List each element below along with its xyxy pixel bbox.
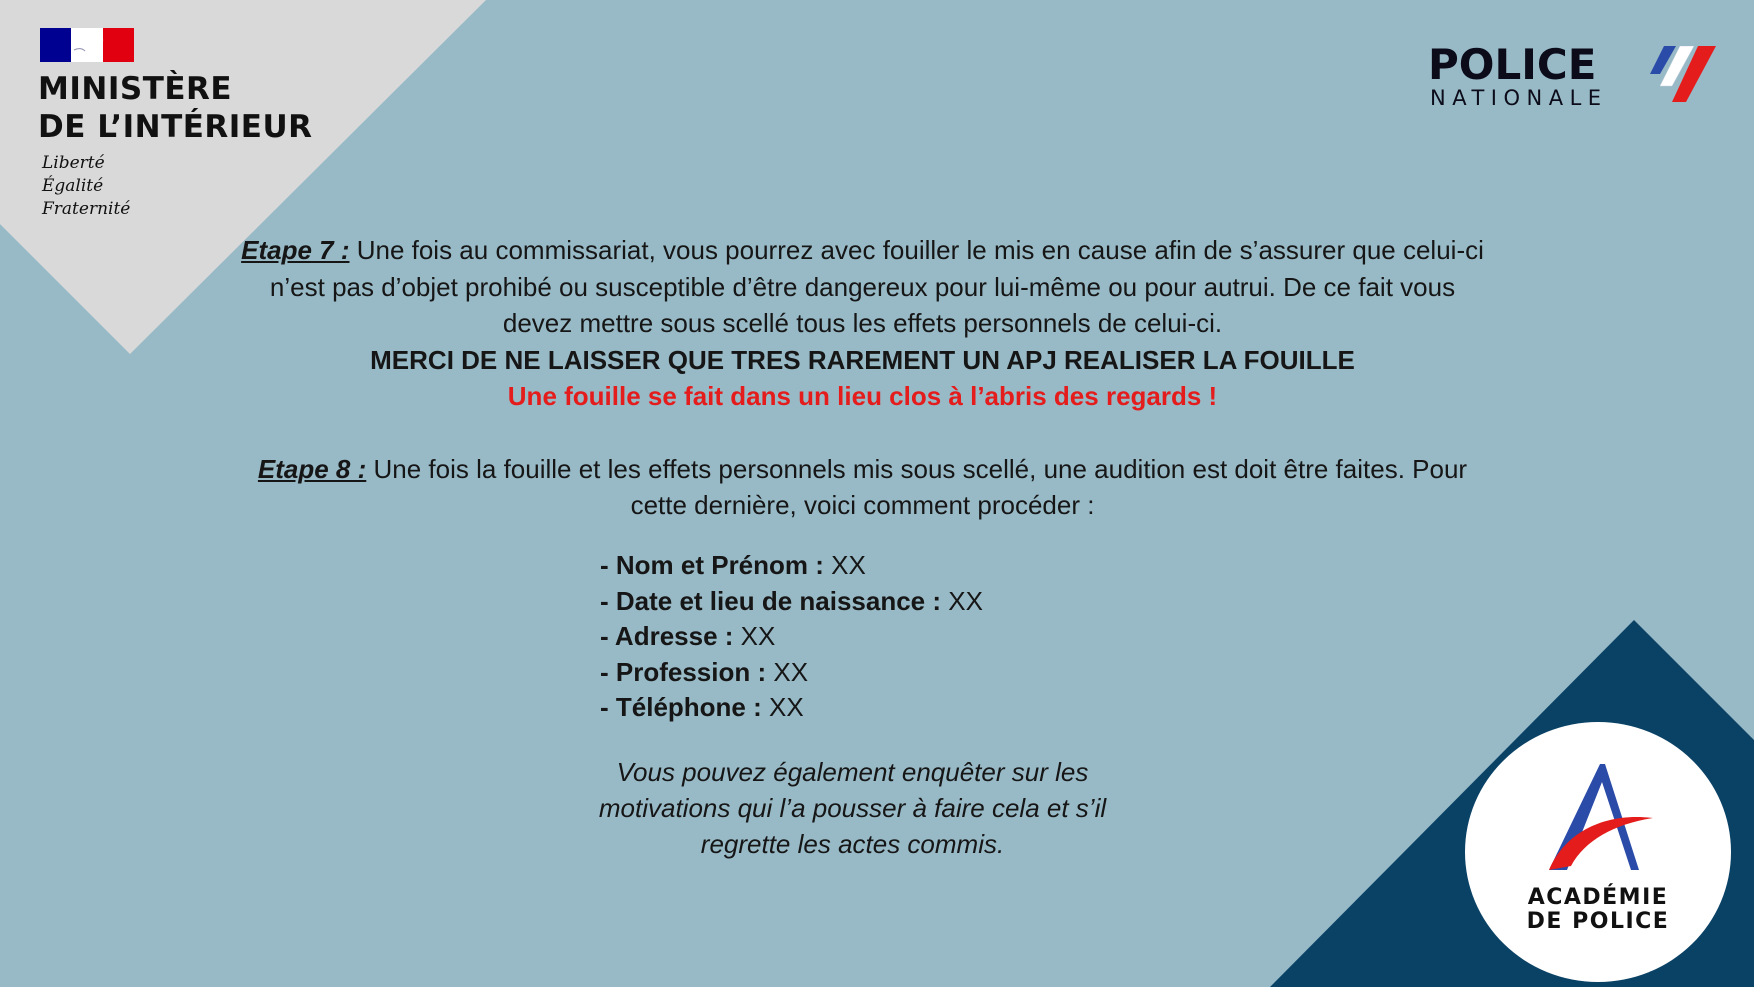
field-name-label: - Nom et Prénom : xyxy=(600,550,824,580)
field-name: - Nom et Prénom : XX xyxy=(600,548,983,584)
tricolor-stripes-icon xyxy=(1650,46,1716,102)
motto-liberte: Liberté xyxy=(42,153,105,173)
audition-fields-list: - Nom et Prénom : XX - Date et lieu de n… xyxy=(600,548,983,726)
academy-line2: DE POLICE xyxy=(1526,909,1670,934)
step8-label: Etape 8 : xyxy=(257,453,367,484)
field-name-value: XX xyxy=(823,550,866,580)
step7-label: Etape 7 : xyxy=(241,235,350,265)
field-birth-value: XX xyxy=(941,585,983,616)
motto-egalite: Égalité xyxy=(42,176,104,196)
field-phone-value: XX xyxy=(761,692,804,722)
field-profession-label: - Profession : xyxy=(600,656,767,687)
academy-line1: ACADÉMIE xyxy=(1527,885,1669,910)
field-address: - Adresse : XX xyxy=(600,619,983,655)
academy-a-emblem-icon xyxy=(1549,764,1653,870)
step7-warning: MERCI DE NE LAISSER QUE TRES RAREMENT UN… xyxy=(370,344,1355,375)
police-nationale-logo: POLICE NATIONALE xyxy=(1428,44,1718,114)
field-phone-label: - Téléphone : xyxy=(600,692,762,722)
ministry-name-line2: DE L’INTÉRIEUR xyxy=(38,109,313,145)
step8-paragraph: Etape 8 : Une fois la fouille et les eff… xyxy=(240,451,1485,524)
step7-text: Une fois au commissariat, vous pourrez a… xyxy=(269,235,1484,338)
motto-fraternite: Fraternité xyxy=(42,199,131,219)
republic-motto: Liberté Égalité Fraternité xyxy=(42,152,130,221)
field-address-value: XX xyxy=(733,621,776,651)
academy-wordmark: ACADÉMIE DE POLICE xyxy=(1465,886,1731,934)
field-birth-label: - Date et lieu de naissance : xyxy=(600,585,942,616)
main-content: Etape 7 : Une fois au commissariat, vous… xyxy=(240,232,1485,524)
police-wordmark: POLICE xyxy=(1428,40,1597,89)
step7-paragraph: Etape 7 : Une fois au commissariat, vous… xyxy=(240,232,1485,342)
nationale-wordmark: NATIONALE xyxy=(1430,86,1608,110)
field-profession-value: XX xyxy=(766,656,809,687)
ministry-name-line1: MINISTÈRE xyxy=(38,71,233,107)
step8-text: Une fois la fouille et les effets person… xyxy=(366,453,1468,521)
field-birth: - Date et lieu de naissance : XX xyxy=(600,584,983,620)
field-profession: - Profession : XX xyxy=(600,655,983,691)
field-phone: - Téléphone : XX xyxy=(600,690,983,726)
motivation-note: Vous pouvez également enquêter sur les m… xyxy=(598,757,1107,859)
marianne-flag-logo xyxy=(40,28,134,62)
ministry-name: MINISTÈRE DE L’INTÉRIEUR xyxy=(38,70,313,146)
field-address-label: - Adresse : xyxy=(600,621,734,651)
step7-red-note: Une fouille se fait dans un lieu clos à … xyxy=(507,381,1218,411)
